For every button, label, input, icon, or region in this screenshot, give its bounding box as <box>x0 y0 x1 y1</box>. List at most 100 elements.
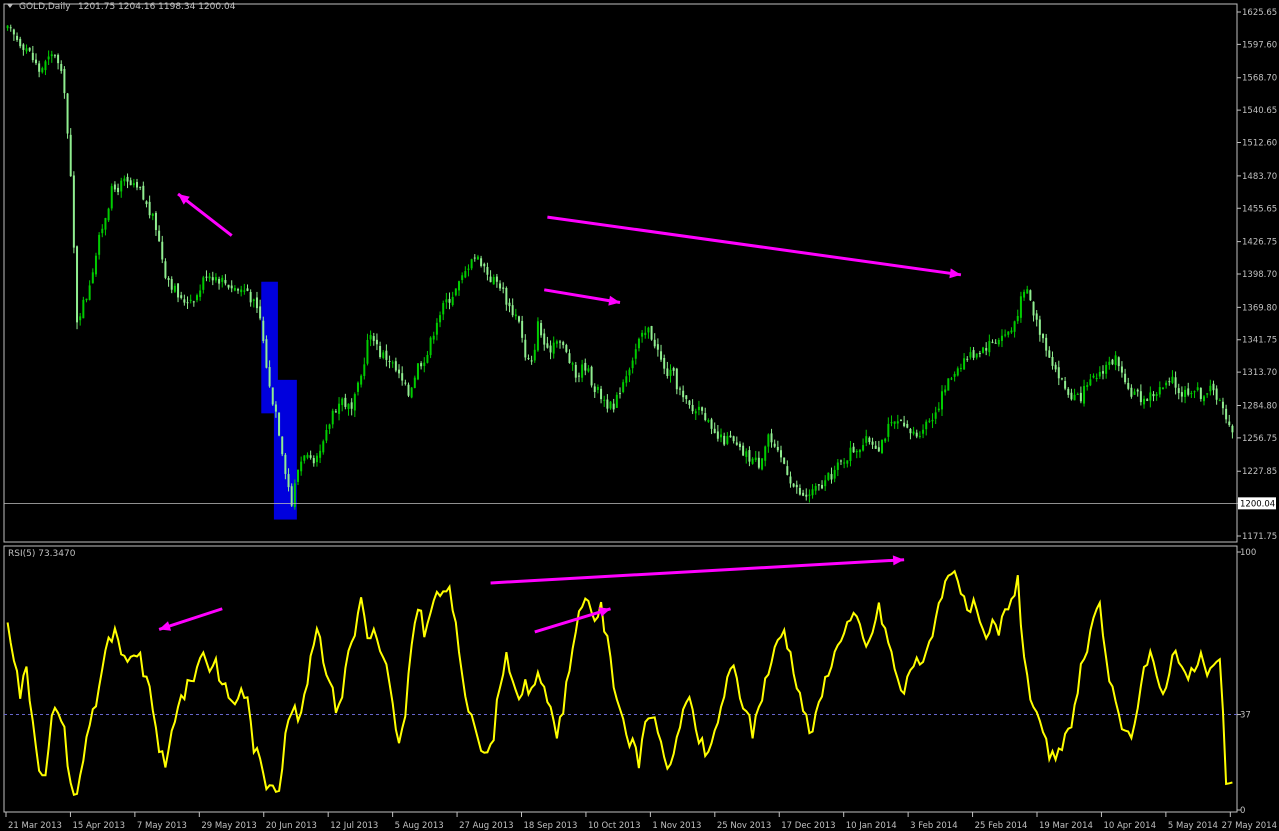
candle-body <box>1136 389 1139 392</box>
time-tick-label: 1 Nov 2013 <box>652 821 701 831</box>
rsi-title: RSI(5) 73.3470 <box>8 549 76 559</box>
candle-body <box>208 276 211 279</box>
candle-body <box>1114 355 1117 366</box>
candle-body <box>458 281 461 291</box>
candle-body <box>1206 393 1209 395</box>
candle-body <box>811 489 814 496</box>
candle-body <box>243 290 246 292</box>
candle-body <box>555 341 558 344</box>
candle-body <box>779 450 782 458</box>
candle-body <box>612 403 615 410</box>
candle-body <box>814 486 817 491</box>
candle-body <box>1076 393 1079 395</box>
candle-body <box>268 367 271 387</box>
candle-body <box>19 38 22 47</box>
candle-body <box>663 357 666 369</box>
candle-body <box>495 276 498 282</box>
candle-body <box>745 451 748 457</box>
candle-body <box>559 341 562 343</box>
time-tick-label: 12 Jul 2013 <box>330 821 378 831</box>
candle-body <box>701 407 704 411</box>
candle-body <box>562 342 565 346</box>
candle-body <box>1098 371 1101 377</box>
candle-body <box>420 363 423 367</box>
candle-body <box>596 386 599 390</box>
candle-body <box>404 382 407 384</box>
candle-body <box>833 469 836 479</box>
candle-body <box>467 268 470 270</box>
candle-body <box>60 64 63 71</box>
candle-body <box>909 428 912 434</box>
candle-body <box>729 435 732 438</box>
candle-body <box>577 375 580 377</box>
candle-body <box>50 54 53 57</box>
price-tick-label: 1540.65 <box>1242 106 1277 116</box>
candle-body <box>255 297 258 309</box>
candle-body <box>338 403 341 414</box>
candle-body <box>628 369 631 376</box>
candle-body <box>660 351 663 360</box>
candle-body <box>145 201 148 205</box>
candle-body <box>587 368 590 372</box>
candle-body <box>757 457 760 468</box>
candle-body <box>685 395 688 400</box>
candle-body <box>959 367 962 369</box>
candle-body <box>334 411 337 413</box>
candle-body <box>884 438 887 442</box>
candle-body <box>634 349 637 359</box>
candle-body <box>22 44 25 50</box>
candle-body <box>1083 386 1086 404</box>
candle-body <box>947 378 950 391</box>
candle-body <box>297 469 300 482</box>
candle-body <box>748 450 751 462</box>
candle-body <box>31 52 34 61</box>
candle-body <box>25 48 28 52</box>
candle-body <box>738 443 741 448</box>
candle-body <box>44 61 47 71</box>
candle-body <box>1101 371 1104 374</box>
candle-body <box>517 316 520 322</box>
time-tick-label: 10 Jan 2014 <box>846 821 897 831</box>
candle-body <box>154 212 157 230</box>
candle-body <box>871 441 874 445</box>
candle-body <box>423 362 426 367</box>
candle-body <box>271 387 274 405</box>
candle-body <box>653 339 656 347</box>
candle-body <box>413 377 416 388</box>
candle-body <box>669 369 672 376</box>
candle-body <box>1158 387 1161 395</box>
candle-body <box>937 408 940 411</box>
candle-body <box>997 339 1000 345</box>
symbol-title: GOLD,Daily <box>19 2 71 12</box>
candle-body <box>394 361 397 371</box>
candle-body <box>142 185 145 200</box>
candle-body <box>697 406 700 411</box>
candle-body <box>1089 379 1092 386</box>
candle-body <box>1203 396 1206 402</box>
ohlc-readout: 1201.75 1204.16 1198.34 1200.04 <box>78 2 236 12</box>
candle-body <box>391 362 394 364</box>
candle-body <box>770 433 773 443</box>
candle-body <box>1155 394 1158 396</box>
candle-body <box>240 289 243 293</box>
candle-body <box>1051 356 1054 366</box>
candle-body <box>1165 382 1168 386</box>
candle-body <box>890 422 893 424</box>
candle-body <box>672 368 675 371</box>
candle-body <box>925 421 928 430</box>
candle-body <box>944 389 947 393</box>
candle-body <box>720 434 723 438</box>
candle-body <box>372 336 375 341</box>
candle-body <box>991 341 994 343</box>
candle-body <box>865 436 868 443</box>
candle-body <box>565 345 568 352</box>
candle-body <box>366 339 369 364</box>
highlight-box <box>273 379 297 520</box>
candle-body <box>546 343 549 348</box>
candle-body <box>1187 388 1190 395</box>
candle-body <box>57 54 60 64</box>
candle-body <box>1004 334 1007 336</box>
candle-body <box>625 376 628 383</box>
candle-body <box>568 353 571 364</box>
candle-body <box>139 186 142 188</box>
